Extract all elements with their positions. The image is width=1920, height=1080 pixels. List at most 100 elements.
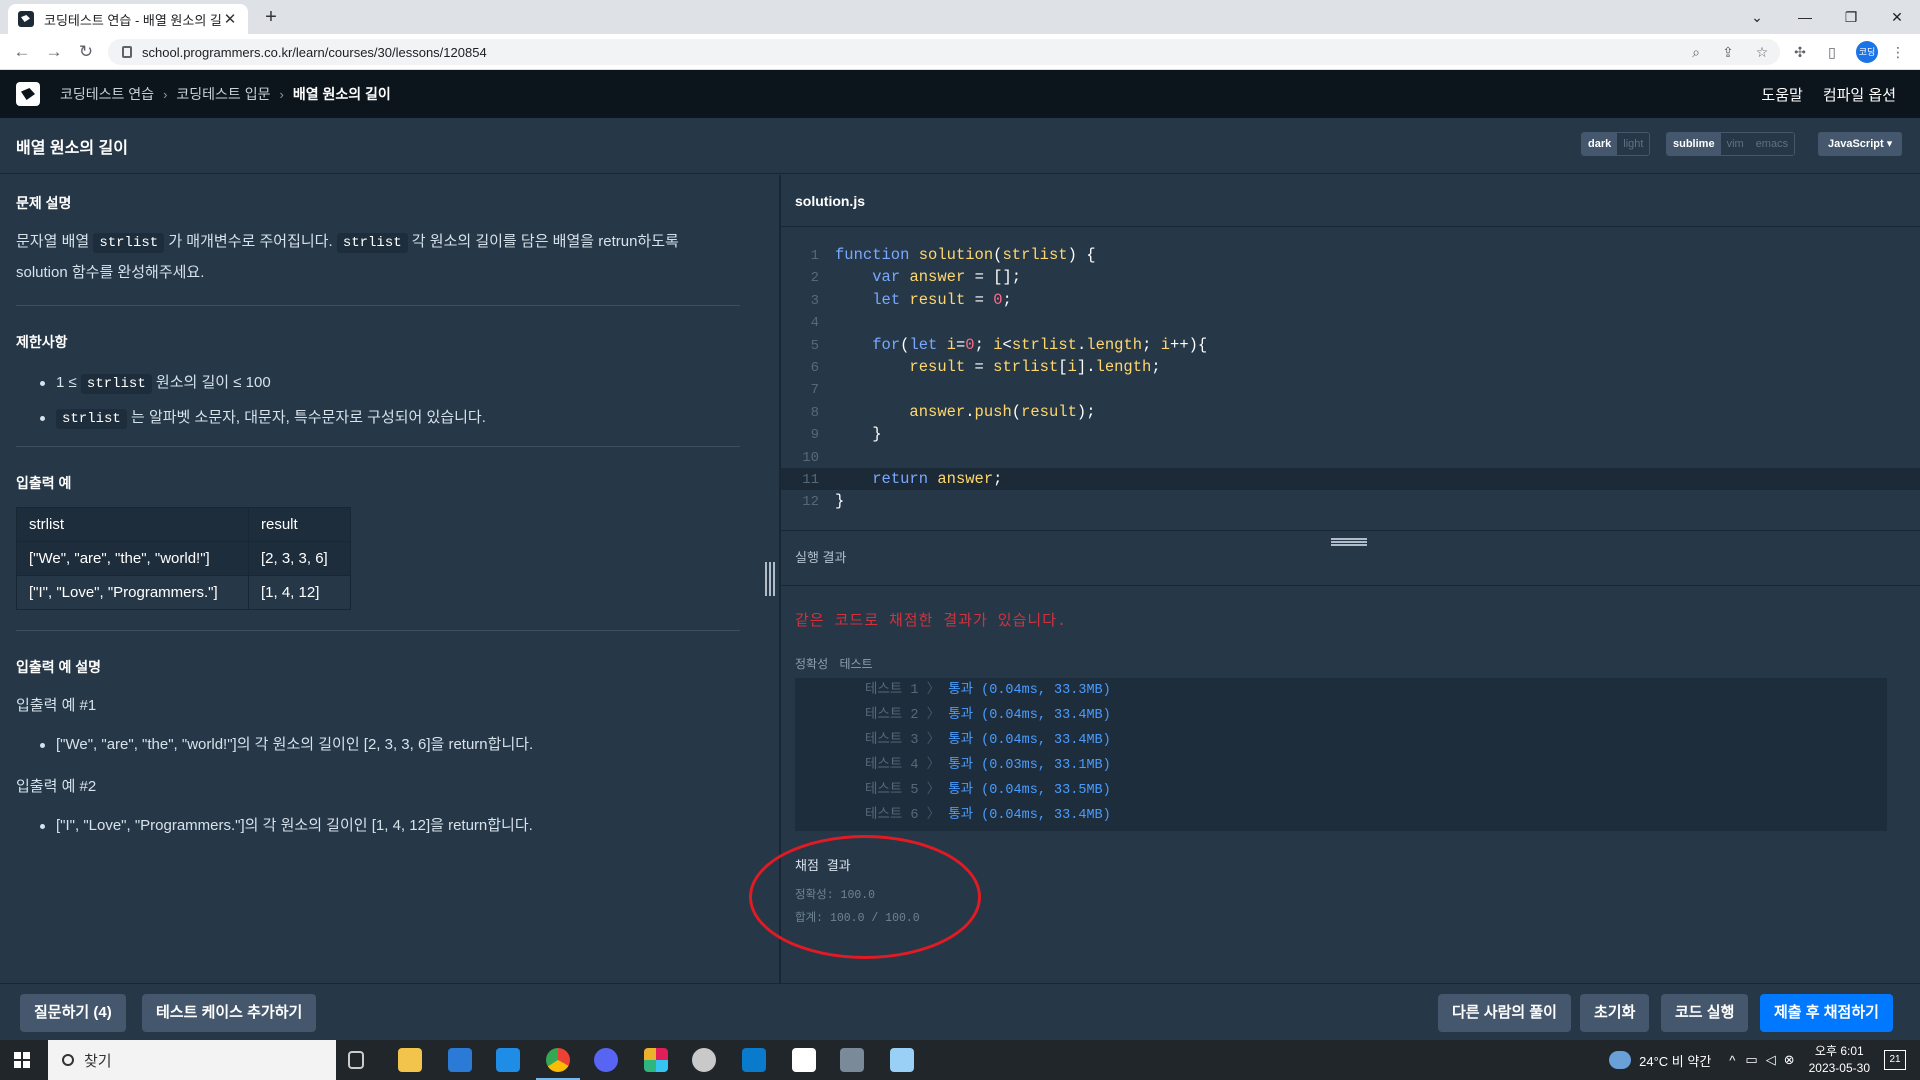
weather-cloud-icon[interactable] bbox=[1609, 1051, 1632, 1069]
programmers-favicon-icon bbox=[18, 11, 34, 27]
code-line: 6 result = strlist[i].length; bbox=[781, 356, 1920, 378]
theme-dark-button[interactable]: dark bbox=[1582, 133, 1618, 155]
test-result: 통과 (0.04ms, 33.3MB) bbox=[948, 683, 1111, 698]
test-result: 통과 (0.03ms, 33.1MB) bbox=[948, 758, 1111, 773]
inline-code: strlist bbox=[93, 233, 165, 253]
keymap-sublime-button[interactable]: sublime bbox=[1667, 133, 1721, 155]
breadcrumb-intro[interactable]: 코딩테스트 입문 bbox=[176, 84, 270, 104]
discord-icon[interactable] bbox=[594, 1048, 618, 1072]
test-name: 테스트 3 bbox=[865, 733, 919, 748]
code-editor[interactable]: 1 function solution(strlist) { 2 var answ… bbox=[781, 228, 1920, 514]
ask-question-button[interactable]: 질문하기 (4) bbox=[20, 994, 126, 1032]
minimize-button[interactable]: — bbox=[1782, 4, 1828, 30]
task-view-icon[interactable] bbox=[348, 1051, 364, 1069]
volume-icon[interactable]: ◁ bbox=[1766, 1052, 1776, 1068]
clock[interactable]: 오후 6:01 2023-05-30 bbox=[1809, 1043, 1870, 1077]
weather-text[interactable]: 24°C 비 약간 bbox=[1639, 1051, 1711, 1070]
browser-tab[interactable]: 코딩테스트 연습 - 배열 원소의 길 ✕ bbox=[8, 4, 248, 34]
slack-icon[interactable] bbox=[644, 1048, 668, 1072]
code-line: 12} bbox=[781, 490, 1920, 512]
note-app-icon[interactable] bbox=[890, 1048, 914, 1072]
file-explorer-icon[interactable] bbox=[398, 1048, 422, 1072]
back-arrow-icon[interactable]: ← bbox=[10, 40, 34, 64]
new-tab-button[interactable]: + bbox=[260, 6, 282, 29]
test-separator: 〉 bbox=[926, 808, 941, 823]
mail-icon[interactable] bbox=[496, 1048, 520, 1072]
breadcrumb-practice[interactable]: 코딩테스트 연습 bbox=[60, 84, 154, 104]
clock-date: 2023-05-30 bbox=[1808, 1061, 1870, 1075]
submit-button[interactable]: 제출 후 채점하기 bbox=[1760, 994, 1893, 1032]
reload-icon[interactable]: ↻ bbox=[74, 40, 98, 64]
notion-icon[interactable] bbox=[792, 1048, 816, 1072]
compile-options-link[interactable]: 컴파일 옵션 bbox=[1823, 84, 1896, 105]
calculator-icon[interactable] bbox=[840, 1048, 864, 1072]
table-header: strlist bbox=[16, 507, 249, 542]
theme-light-button[interactable]: light bbox=[1617, 133, 1650, 155]
address-toolbar: ← → ↻ school.programmers.co.kr/learn/cou… bbox=[0, 34, 1920, 70]
table-header: result bbox=[248, 507, 351, 542]
desc-text: 문자열 배열 bbox=[16, 233, 90, 250]
line-number: 7 bbox=[810, 382, 819, 399]
bookmark-star-icon[interactable]: ☆ bbox=[1752, 42, 1772, 62]
close-window-button[interactable]: ✕ bbox=[1874, 4, 1920, 30]
resize-handle[interactable] bbox=[1331, 538, 1367, 546]
test-separator: 〉 bbox=[926, 683, 941, 698]
limit-text: 원소의 길이 ≤ 100 bbox=[155, 374, 271, 391]
forward-arrow-icon[interactable]: → bbox=[42, 40, 66, 64]
zoom-search-icon[interactable]: ⌕ bbox=[1686, 42, 1706, 62]
problem-panel: 문제 설명 문자열 배열 strlist 가 매개변수로 주어집니다. strl… bbox=[0, 175, 770, 983]
code-line: 7 bbox=[781, 378, 1920, 400]
desc-text: 각 원소의 길이를 담은 배열을 retrun하도록 bbox=[411, 233, 679, 250]
test-row: 테스트 4 〉 통과 (0.03ms, 33.1MB) bbox=[795, 753, 1887, 778]
programmers-logo-icon[interactable] bbox=[16, 82, 40, 106]
windows-start-icon[interactable] bbox=[14, 1052, 30, 1068]
breadcrumb-chevron-icon: › bbox=[163, 86, 168, 102]
status-x-icon[interactable]: ⊗ bbox=[1784, 1052, 1795, 1068]
resize-handle[interactable] bbox=[765, 562, 775, 596]
profile-avatar[interactable]: 코딩 bbox=[1856, 41, 1878, 63]
keymap-vim-button[interactable]: vim bbox=[1720, 133, 1750, 155]
restore-button[interactable]: ❐ bbox=[1828, 4, 1874, 30]
section-heading-limits: 제한사항 bbox=[16, 334, 68, 350]
url-text: school.programmers.co.kr/learn/courses/3… bbox=[142, 44, 487, 60]
run-code-button[interactable]: 코드 실행 bbox=[1661, 994, 1749, 1032]
red-annotation-circle bbox=[749, 835, 981, 959]
url-bar[interactable]: school.programmers.co.kr/learn/courses/3… bbox=[108, 39, 1780, 65]
other-solutions-button[interactable]: 다른 사람의 풀이 bbox=[1438, 994, 1571, 1032]
divider bbox=[781, 530, 1920, 531]
section-heading-explain: 입출력 예 설명 bbox=[16, 659, 102, 675]
test-separator: 〉 bbox=[926, 783, 941, 798]
network-icon[interactable]: ▭ bbox=[1745, 1052, 1757, 1068]
taskbar-search-input[interactable]: 찾기 bbox=[48, 1040, 336, 1080]
windows-taskbar: 찾기 24°C 비 약간 ^ ▭ ◁ ⊗ 오후 6:01 2023-05-30 … bbox=[0, 1040, 1920, 1080]
divider bbox=[781, 585, 1920, 586]
store-icon[interactable] bbox=[448, 1048, 472, 1072]
section-heading-io: 입출력 예 bbox=[16, 475, 72, 491]
vscode-icon[interactable] bbox=[742, 1048, 766, 1072]
reset-button[interactable]: 초기화 bbox=[1580, 994, 1650, 1032]
tab-close-icon[interactable]: ✕ bbox=[222, 10, 238, 28]
action-bar: 질문하기 (4) 테스트 케이스 추가하기 다른 사람의 풀이 초기화 코드 실… bbox=[0, 983, 1920, 1040]
side-panel-icon[interactable]: ▯ bbox=[1822, 42, 1842, 62]
language-select[interactable]: JavaScript ▾ bbox=[1818, 132, 1903, 156]
share-icon[interactable]: ⇪ bbox=[1718, 42, 1738, 62]
tab-search-chevron-icon[interactable]: ⌄ bbox=[1734, 4, 1780, 30]
clock-time: 오후 6:01 bbox=[1814, 1044, 1864, 1058]
explain-list: ["I", "Love", "Programmers."]의 각 원소의 길이인… bbox=[40, 809, 754, 843]
extensions-puzzle-icon[interactable]: ✣ bbox=[1790, 42, 1810, 62]
test-row: 테스트 3 〉 통과 (0.04ms, 33.4MB) bbox=[795, 728, 1887, 753]
app-header: 코딩테스트 연습 › 코딩테스트 입문 › 배열 원소의 길이 도움말 컴파일 … bbox=[0, 70, 1920, 118]
breadcrumb-chevron-icon: › bbox=[279, 86, 284, 102]
github-icon[interactable] bbox=[692, 1048, 716, 1072]
code-line: 5 for(let i=0; i<strlist.length; i++){ bbox=[781, 334, 1920, 356]
keymap-emacs-button[interactable]: emacs bbox=[1749, 133, 1795, 155]
test-row: 테스트 2 〉 통과 (0.04ms, 33.4MB) bbox=[795, 703, 1887, 728]
help-link[interactable]: 도움말 bbox=[1761, 84, 1802, 105]
taskbar-search-placeholder: 찾기 bbox=[84, 1052, 112, 1070]
tray-chevron-icon[interactable]: ^ bbox=[1729, 1053, 1735, 1068]
chrome-icon[interactable] bbox=[536, 1048, 580, 1080]
browser-menu-icon[interactable]: ⋮ bbox=[1888, 42, 1908, 62]
notification-icon[interactable]: 21 bbox=[1884, 1050, 1906, 1070]
test-separator: 〉 bbox=[926, 733, 941, 748]
add-test-case-button[interactable]: 테스트 케이스 추가하기 bbox=[142, 994, 317, 1032]
